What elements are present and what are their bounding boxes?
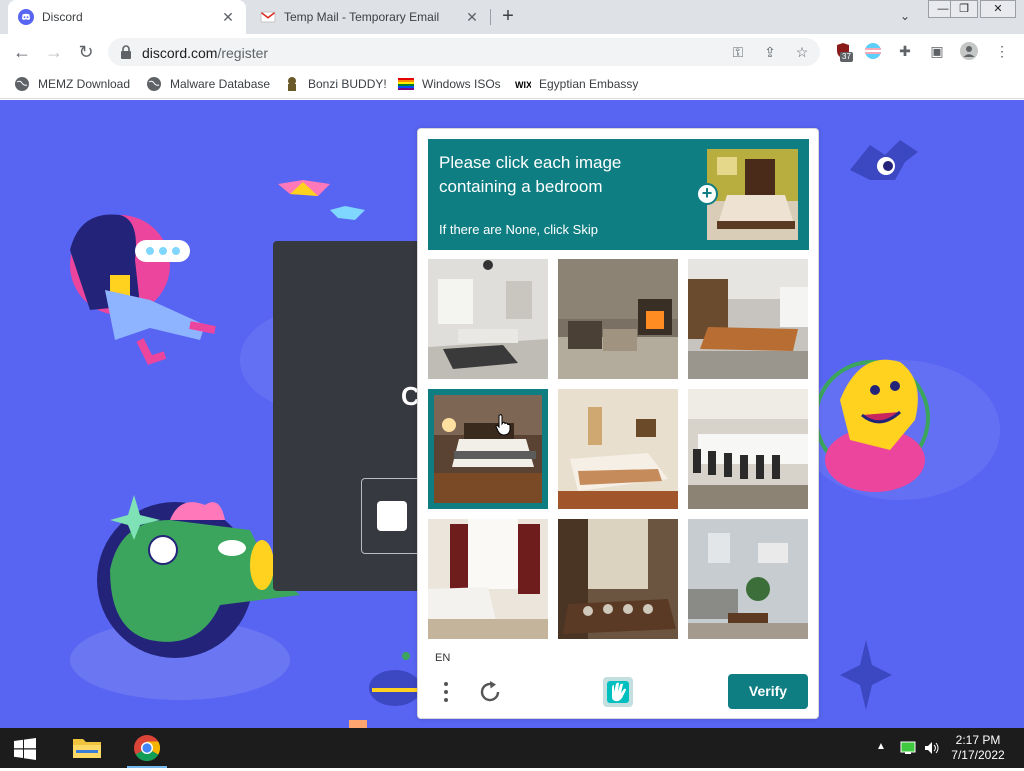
url-path: /register bbox=[217, 45, 269, 61]
share-icon[interactable]: ⇪ bbox=[762, 44, 778, 60]
url-host: discord.com bbox=[142, 45, 218, 61]
show-hidden-icons-button[interactable]: ▲ bbox=[876, 741, 886, 755]
bookmarks-bar: MEMZ Download Malware Database Bonzi BUD… bbox=[0, 70, 1024, 99]
captcha-example-image[interactable] bbox=[707, 149, 798, 240]
url-text: discord.com/register bbox=[142, 45, 268, 61]
bookmark-label: Bonzi BUDDY! bbox=[308, 77, 387, 91]
bookmark-bonzi-buddy[interactable]: Bonzi BUDDY! bbox=[284, 76, 387, 92]
pride-extension-icon[interactable] bbox=[864, 42, 882, 60]
rainbow-flag-icon bbox=[398, 78, 414, 90]
extensions-puzzle-icon[interactable]: ✚ bbox=[896, 42, 914, 60]
bookmark-label: Malware Database bbox=[170, 77, 271, 91]
tab-discord[interactable]: Discord ✕ bbox=[8, 0, 246, 34]
lock-icon bbox=[121, 45, 131, 59]
wix-icon: WIX bbox=[515, 80, 531, 90]
captcha-tile-2[interactable] bbox=[558, 259, 678, 379]
taskbar-clock[interactable]: 2:17 PM 7/17/2022 bbox=[938, 733, 1018, 763]
verify-button[interactable]: Verify bbox=[728, 674, 808, 709]
captcha-prompt-text: Please click each image containing a bed… bbox=[439, 153, 622, 196]
captcha-example-expand-icon[interactable]: + bbox=[696, 183, 718, 205]
side-panel-icon[interactable]: ▣ bbox=[928, 42, 946, 60]
captcha-tile-7[interactable] bbox=[428, 519, 548, 639]
tab-separator bbox=[490, 9, 491, 25]
discord-icon bbox=[18, 9, 34, 25]
browser-toolbar: ← → ↻ discord.com/register ⚿ ⇪ ☆ 37 ✚ ▣ … bbox=[0, 34, 1024, 70]
bookmark-memz[interactable]: MEMZ Download bbox=[14, 76, 130, 92]
extension-shield-icon[interactable]: 37 bbox=[834, 42, 853, 62]
key-icon[interactable]: ⚿ bbox=[730, 44, 746, 60]
bonzi-icon bbox=[288, 77, 296, 91]
folder-icon bbox=[73, 739, 101, 758]
language-selector[interactable]: EN bbox=[435, 652, 450, 664]
captcha-tile-4[interactable] bbox=[428, 389, 548, 509]
globe-icon bbox=[147, 77, 161, 91]
gmail-icon bbox=[260, 11, 276, 23]
restore-button[interactable]: ❐ bbox=[950, 0, 978, 18]
globe-icon bbox=[15, 77, 29, 91]
close-tab-icon[interactable]: ✕ bbox=[220, 9, 236, 25]
clock-date: 7/17/2022 bbox=[951, 748, 1005, 762]
forward-button[interactable]: → bbox=[42, 40, 66, 64]
card-checkbox[interactable] bbox=[361, 478, 421, 554]
bookmark-label: Egyptian Embassy bbox=[539, 77, 639, 91]
bookmark-egyptian-embassy[interactable]: WIX Egyptian Embassy bbox=[515, 76, 638, 92]
reload-button[interactable]: ↻ bbox=[74, 40, 98, 64]
new-tab-button[interactable]: + bbox=[498, 6, 518, 27]
tab-strip: Discord ✕ Temp Mail - Temporary Email ✕ … bbox=[0, 0, 1024, 34]
bookmark-star-icon[interactable]: ☆ bbox=[794, 44, 810, 60]
chrome-icon bbox=[134, 735, 161, 762]
bookmark-malware-database[interactable]: Malware Database bbox=[146, 76, 270, 92]
file-explorer-taskbar-button[interactable] bbox=[64, 728, 110, 768]
bookmark-windows-isos[interactable]: Windows ISOs bbox=[398, 76, 501, 92]
bookmark-label: Windows ISOs bbox=[422, 77, 501, 91]
bookmark-label: MEMZ Download bbox=[38, 77, 131, 91]
network-icon[interactable] bbox=[900, 741, 916, 755]
captcha-challenge: Please click each image containing a bed… bbox=[417, 128, 819, 719]
clock-time: 2:17 PM bbox=[955, 733, 1001, 747]
hcaptcha-logo-icon bbox=[603, 677, 633, 707]
captcha-skip-hint: If there are None, click Skip bbox=[439, 222, 598, 237]
tab-search-chevron-icon[interactable]: ⌄ bbox=[897, 9, 913, 25]
windows-taskbar: ▲ 2:17 PM 7/17/2022 bbox=[0, 728, 1024, 768]
windows-start-icon[interactable] bbox=[14, 738, 36, 760]
tab-title: Temp Mail - Temporary Email bbox=[284, 10, 440, 24]
refresh-icon[interactable] bbox=[476, 678, 504, 706]
captcha-prompt-banner: Please click each image containing a bed… bbox=[428, 139, 809, 250]
close-window-button[interactable]: ✕ bbox=[980, 0, 1016, 18]
profile-avatar-icon[interactable] bbox=[960, 42, 978, 60]
captcha-tile-6[interactable] bbox=[688, 389, 808, 509]
captcha-tile-9[interactable] bbox=[688, 519, 808, 639]
captcha-tile-3[interactable] bbox=[688, 259, 808, 379]
captcha-tile-8[interactable] bbox=[558, 519, 678, 639]
address-bar[interactable]: discord.com/register ⚿ ⇪ ☆ bbox=[108, 38, 820, 66]
captcha-tile-5[interactable] bbox=[558, 389, 678, 509]
register-card: C bbox=[273, 241, 433, 591]
discord-register-page: C Please click each image containing a b… bbox=[0, 100, 1024, 728]
tab-temp-mail[interactable]: Temp Mail - Temporary Email ✕ bbox=[250, 0, 490, 34]
back-button[interactable]: ← bbox=[10, 40, 34, 64]
menu-dots-icon[interactable] bbox=[438, 678, 454, 706]
hand-cursor-icon bbox=[495, 414, 511, 436]
extension-badge: 37 bbox=[840, 52, 853, 62]
close-tab-icon[interactable]: ✕ bbox=[464, 9, 480, 25]
tab-title: Discord bbox=[42, 10, 83, 24]
chrome-taskbar-button[interactable] bbox=[124, 728, 170, 768]
captcha-tile-1[interactable] bbox=[428, 259, 548, 379]
svg-text:WIX: WIX bbox=[515, 80, 531, 90]
menu-kebab-icon[interactable]: ⋮ bbox=[993, 42, 1011, 60]
